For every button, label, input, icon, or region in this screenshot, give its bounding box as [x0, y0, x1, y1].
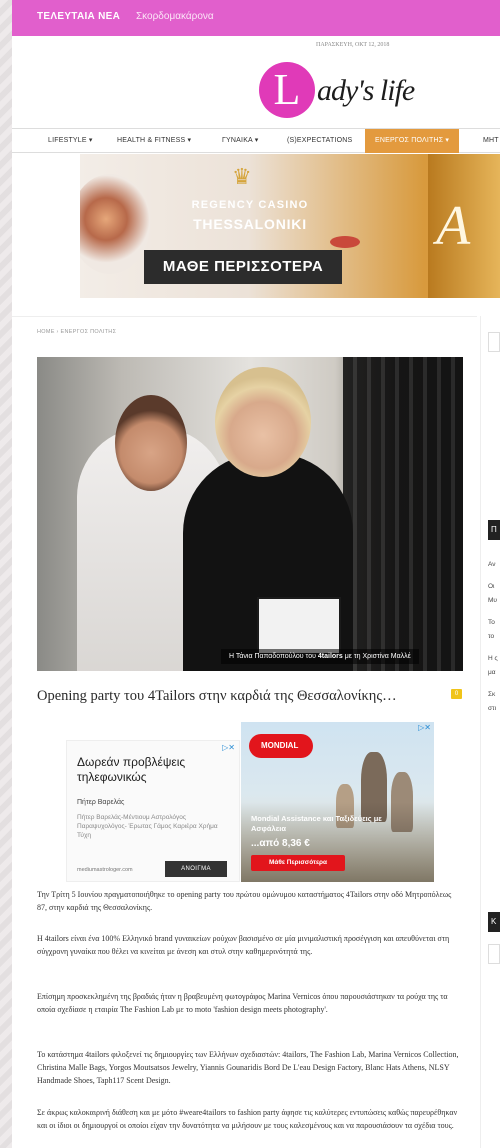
sidebar-link[interactable]: το [488, 632, 500, 642]
sidebar-link[interactable]: Η ς [488, 654, 500, 664]
sidebar-input-box[interactable] [488, 944, 500, 964]
ad2-learn-more-button[interactable]: Μάθε Περισσότερα [251, 855, 345, 871]
article-paragraph: Την Τρίτη 5 Ιουνίου πραγματοποιήθηκε το … [37, 890, 452, 912]
ad1-description: Πήτερ Βαρελάς-Μέντιουμ Αστρολόγος Παραψυ… [77, 814, 218, 839]
sidebar-link[interactable]: Οι [488, 582, 500, 592]
banner-side-letter: A [436, 195, 471, 257]
nav-item-health-fitness[interactable]: HEALTH & FITNESS ▾ [117, 129, 191, 153]
crown-icon: ♛ [232, 164, 252, 189]
background-pattern [0, 0, 12, 1148]
astrology-ad[interactable]: ▷✕ Δωρεάν προβλέψεις τηλεφωνικώς Πήτερ Β… [66, 740, 240, 882]
site-logo[interactable]: L ady's life [259, 60, 469, 122]
article-title: Opening party του 4Tailors στην καρδιά τ… [37, 688, 397, 704]
ad2-headline: Mondial Assistance και Ταξιδεύεις με Ασφ… [251, 814, 382, 833]
mondial-logo: MONDIAL [249, 734, 313, 758]
banner-line1: REGENCY CASINO [191, 199, 309, 211]
sidebar-link[interactable]: Το [488, 618, 500, 628]
nav-item-overflow[interactable]: ΜΗΤ [483, 129, 499, 153]
sidebar-link[interactable]: Αν [488, 560, 500, 570]
main-nav: LIFESTYLE ▾ HEALTH & FITNESS ▾ ΓΥΝΑΙΚΑ ▾… [12, 128, 500, 153]
ad1-title: Δωρεάν προβλέψεις τηλεφωνικώς [77, 755, 186, 784]
sidebar-link[interactable]: Μυ [488, 596, 500, 606]
mondial-assistance-ad[interactable]: ▷✕ MONDIAL Mondial Assistance και Ταξιδε… [241, 722, 434, 882]
featured-photo[interactable]: Η Τάνια Παπαδοπούλου του 4tailors με τη … [37, 357, 463, 671]
nav-item-active-citizen[interactable]: ΕΝΕΡΓΟΣ ΠΟΛΙΤΗΣ ▾ [365, 129, 460, 153]
content-divider [12, 316, 477, 317]
banner-line2: THESSALONIKI [193, 216, 307, 232]
nav-item-lifestyle[interactable]: LIFESTYLE ▾ [48, 129, 93, 153]
sidebar-search-box[interactable] [488, 332, 500, 352]
sauce-decoration [330, 236, 360, 248]
banner-gold-panel: A [428, 154, 500, 298]
ad1-open-button[interactable]: ΑΝΟΙΓΜΑ [165, 861, 227, 877]
woman-left-head [115, 395, 187, 491]
adchoices-icon[interactable]: ▷✕ [222, 743, 235, 752]
banner-cta-button[interactable]: ΜΑΘΕ ΠΕΡΙΣΣΟΤΕΡΑ [144, 250, 342, 284]
sidebar-link[interactable]: Σκ [488, 690, 500, 700]
ad1-name: Πήτερ Βαρελάς [77, 799, 125, 806]
nav-item-women[interactable]: ΓΥΝΑΙΚΑ ▾ [222, 129, 258, 153]
article-paragraph: Το κατάστημα 4tailors φιλοξενεί τις δημι… [37, 1050, 459, 1085]
ad1-url: mediumastrologer.com [77, 867, 133, 873]
comment-count-badge[interactable]: 0 [451, 689, 462, 699]
sidebar [480, 316, 500, 1148]
ad2-price: ...από 8,36 € [251, 838, 310, 849]
article-paragraph: Η 4tailors είναι ένα 100% Ελληνικό brand… [37, 934, 450, 956]
sidebar-heading: Π [488, 520, 500, 540]
logo-letter: L [259, 62, 315, 118]
page: ΤΕΛΕΥΤΑΙΑ ΝΕΑ Σκορδομακάρονα ΠΑΡΑΣΚΕΥΗ, … [12, 0, 500, 1148]
sidebar-link[interactable]: μα [488, 668, 500, 678]
latest-news-label: ΤΕΛΕΥΤΑΙΑ ΝΕΑ [37, 11, 121, 22]
sidebar-link[interactable]: στι [488, 704, 500, 714]
breadcrumb[interactable]: HOME › ΕΝΕΡΓΟΣ ΠΟΛΙΤΗΣ [37, 329, 116, 335]
clothing-rack [343, 357, 463, 671]
nav-item-sexpectations[interactable]: (S)EXPECTATIONS [287, 129, 352, 153]
logo-text: ady's life [317, 74, 415, 107]
caption-pre: Η Τάνια Παπαδοπούλου του [229, 653, 318, 660]
article-paragraph: Σε άκρως καλοκαιρινή διάθεση και με μότο… [37, 1108, 458, 1130]
caption-post: με τη Χριστίνα Μαλλέ [342, 653, 411, 660]
woman-right-head [215, 367, 311, 477]
sidebar-heading: Κ [488, 912, 500, 932]
article-paragraph: Επίσημη προσκεκλημένη της βραδιάς ήταν η… [37, 992, 448, 1014]
adchoices-icon[interactable]: ▷✕ [418, 723, 431, 732]
news-ticker-link[interactable]: Σκορδομακάρονα [136, 11, 214, 22]
food-plate-image [80, 174, 150, 274]
casino-banner-ad[interactable]: ♛ REGENCY CASINO THESSALONIKI ΜΑΘΕ ΠΕΡΙΣ… [80, 154, 500, 298]
photo-caption: Η Τάνια Παπαδοπούλου του 4tailors με τη … [221, 649, 419, 664]
handbag [257, 597, 341, 655]
current-date: ΠΑΡΑΣΚΕΥΗ, ΟΚΤ 12, 2018 [316, 42, 390, 48]
latest-news-bar: ΤΕΛΕΥΤΑΙΑ ΝΕΑ Σκορδομακάρονα [12, 0, 500, 36]
caption-brand: 4tailors [317, 653, 343, 660]
